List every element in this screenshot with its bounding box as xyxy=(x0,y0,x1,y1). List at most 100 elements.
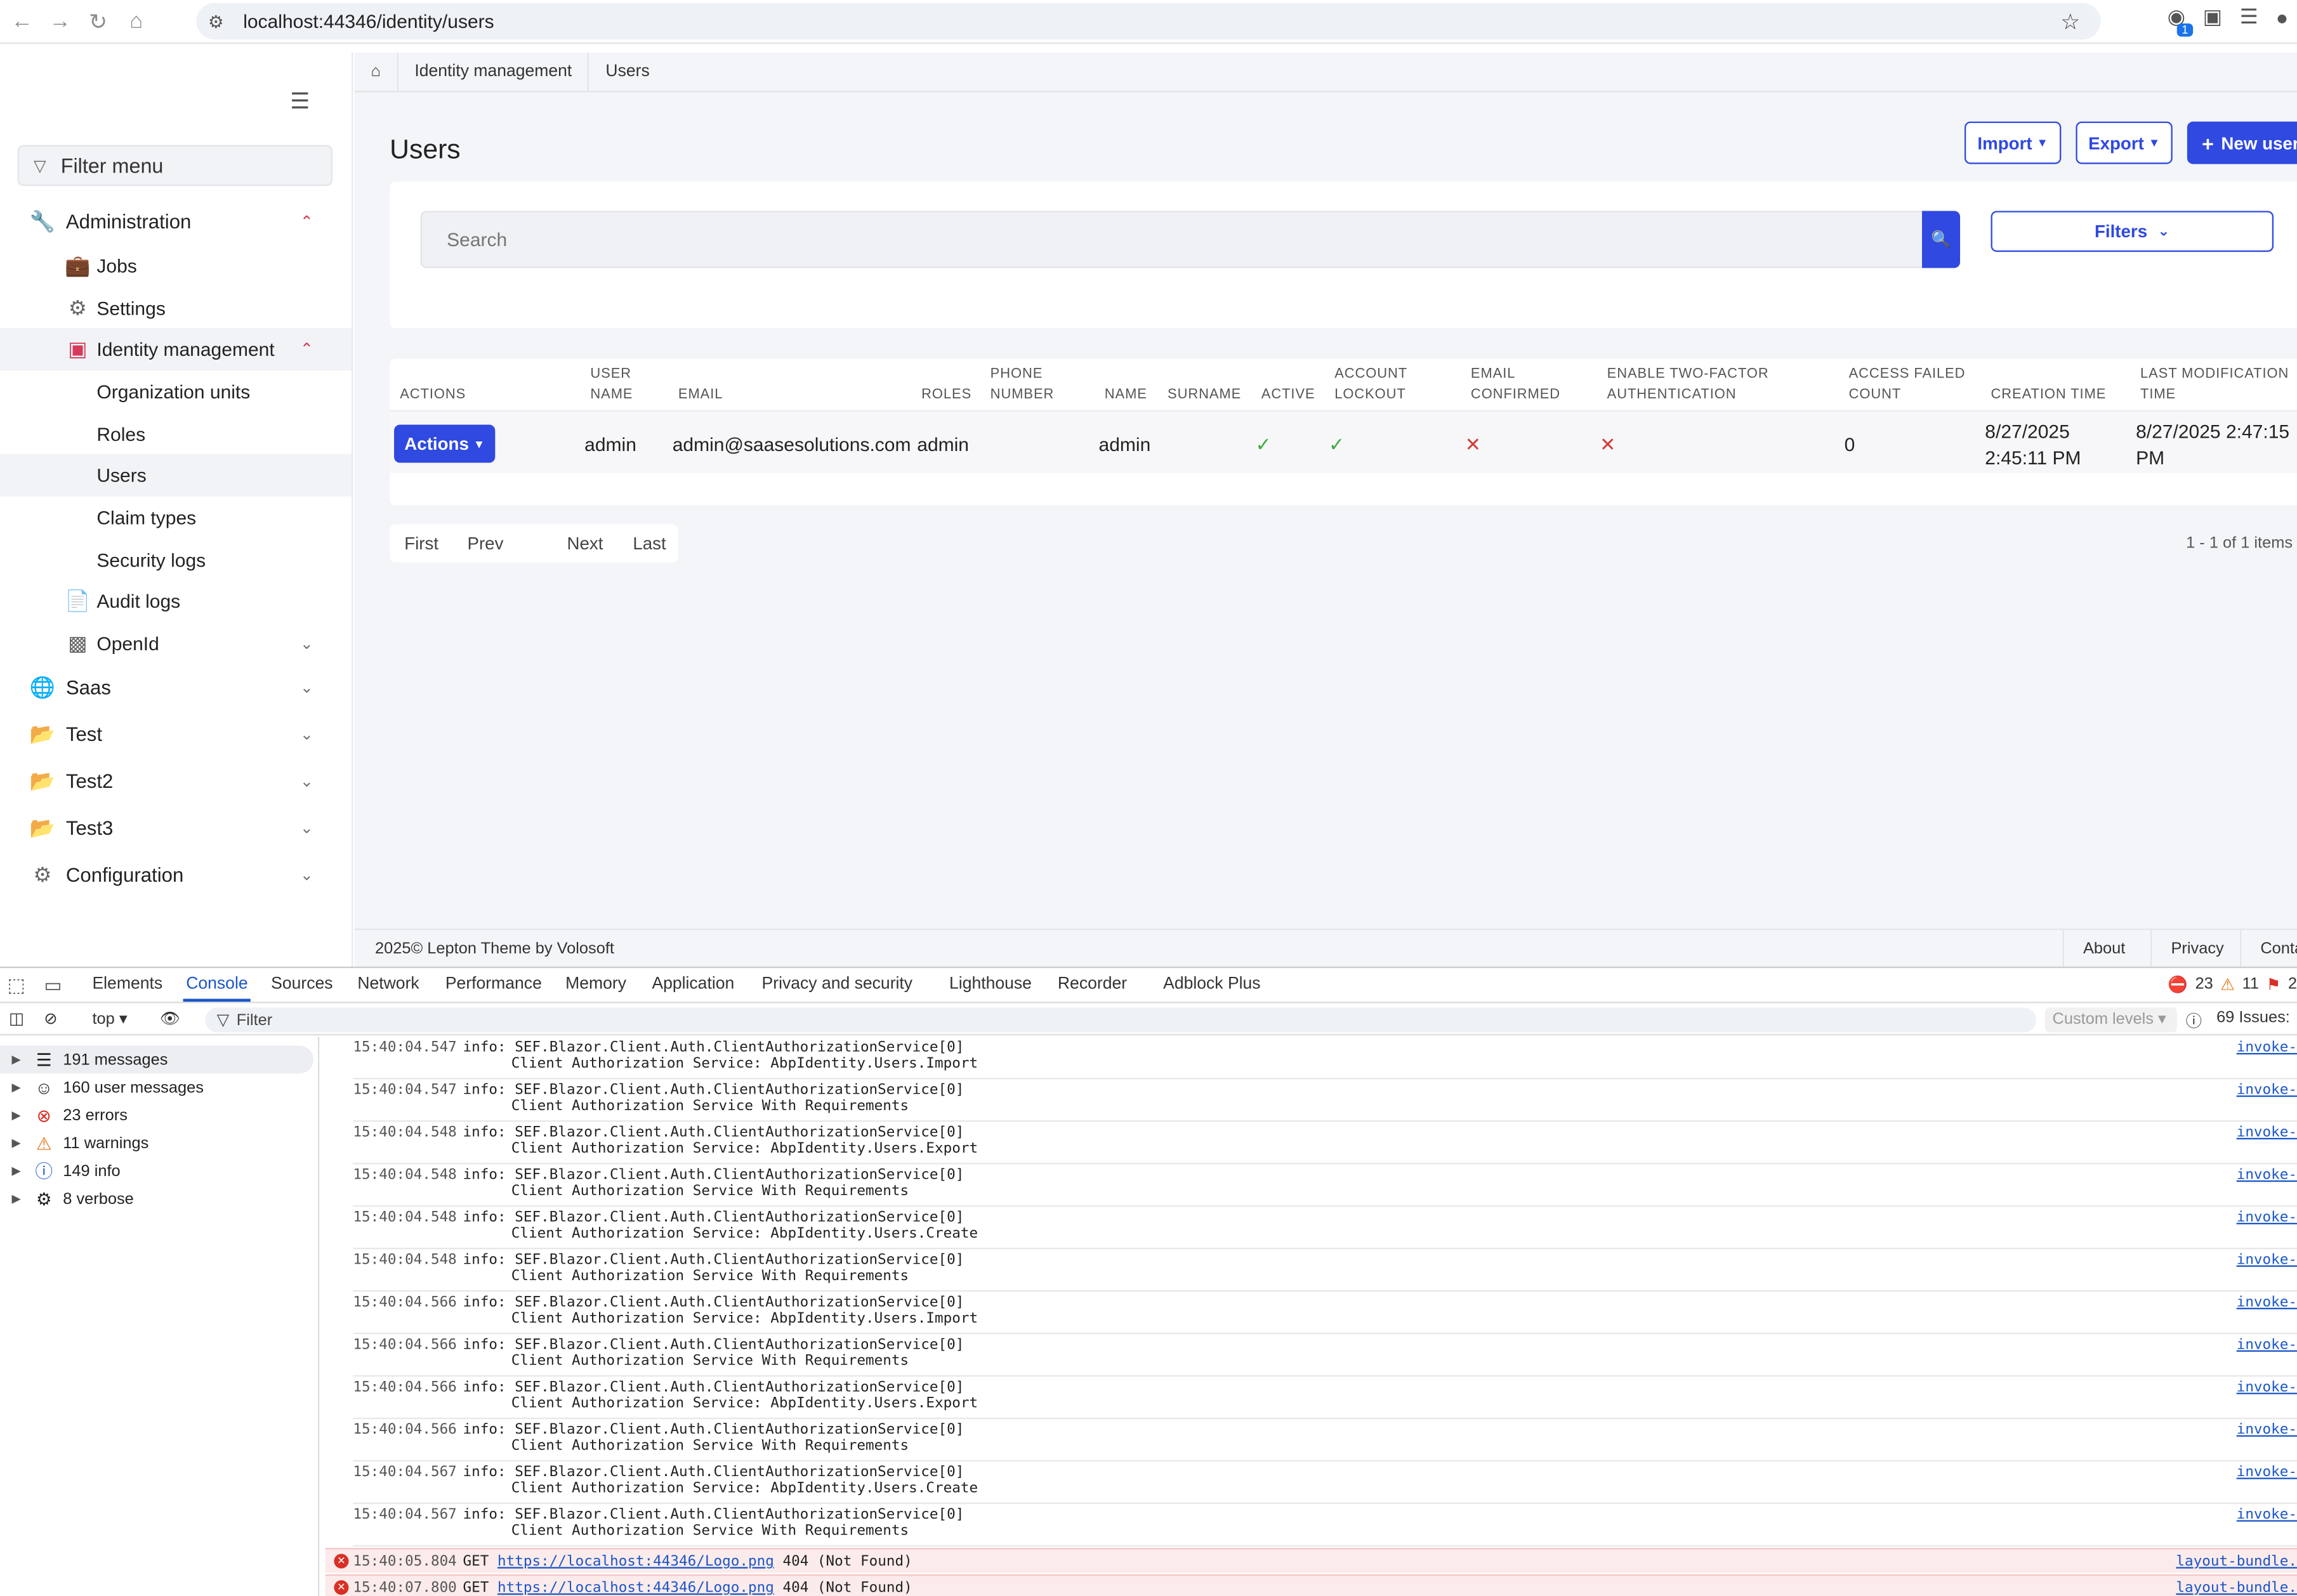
source-link[interactable]: layout-bundle. xyxy=(2176,1580,2297,1596)
footer-link-privacy[interactable]: Privacy xyxy=(2150,930,2243,969)
sidebar-item-security-logs[interactable]: Security logs xyxy=(0,539,352,582)
sidebar-item-test[interactable]: 📂 Test ⌄ xyxy=(0,713,352,755)
column-header-actions[interactable]: ACTIONS xyxy=(400,385,466,405)
console-filter-input[interactable]: ▽ Filter xyxy=(205,1007,2037,1033)
column-header-email[interactable]: EMAIL xyxy=(678,385,723,405)
source-link[interactable]: invoke- xyxy=(2237,1167,2297,1183)
sidebar-item-saas[interactable]: 🌐 Saas ⌄ xyxy=(0,666,352,709)
copilot-extension-icon[interactable]: ◉ 1 xyxy=(2168,4,2193,37)
search-input[interactable] xyxy=(420,211,1925,268)
footer-link-contact[interactable]: Conta xyxy=(2240,930,2297,969)
bookmark-star-icon[interactable]: ☆ xyxy=(2060,9,2080,36)
menu-toggle-icon[interactable]: ☰ xyxy=(290,88,310,114)
console-sidebar-item-errors[interactable]: ▶ ⊗ 23 errors xyxy=(0,1101,313,1129)
home-icon[interactable]: ⌂ xyxy=(120,5,152,37)
profile-avatar-icon[interactable]: ● xyxy=(2276,5,2289,29)
sidebar-item-administration[interactable]: 🔧 Administration ⌃ xyxy=(0,200,352,243)
column-header-roles[interactable]: ROLES xyxy=(921,385,971,405)
source-link[interactable]: layout-bundle. xyxy=(2176,1554,2297,1570)
forward-icon[interactable]: → xyxy=(44,5,76,37)
source-link[interactable]: invoke- xyxy=(2237,1040,2297,1056)
source-link[interactable]: invoke- xyxy=(2237,1380,2297,1396)
source-link[interactable]: invoke- xyxy=(2237,1125,2297,1141)
device-toolbar-icon[interactable]: ▭ xyxy=(44,974,62,997)
home-icon[interactable]: ⌂ xyxy=(355,51,398,92)
console-sidebar-item-info[interactable]: ▶ ⓘ 149 info xyxy=(0,1157,313,1185)
tab-lighthouse[interactable]: Lighthouse xyxy=(949,976,1032,993)
sidebar-item-jobs[interactable]: 💼 Jobs xyxy=(0,245,352,287)
error-url-link[interactable]: https://localhost:44346/Logo.png xyxy=(497,1554,774,1570)
console-sidebar-item-verbose[interactable]: ▶ ⚙ 8 verbose xyxy=(0,1185,313,1213)
console-sidebar-item-user-messages[interactable]: ▶ ☺ 160 user messages xyxy=(0,1073,313,1101)
column-header-two-factor[interactable]: ENABLE TWO-FACTOR AUTHENTICATION xyxy=(1607,365,1769,406)
sidebar-item-claim-types[interactable]: Claim types xyxy=(0,497,352,539)
pager-next-button[interactable]: Next xyxy=(567,533,603,553)
reading-list-icon[interactable]: ☰ xyxy=(2240,4,2258,29)
console-counts[interactable]: ⛔ 23 ⚠ 11 ⚑ 2 xyxy=(2168,976,2297,995)
column-header-active[interactable]: ACTIVE xyxy=(1261,385,1315,405)
live-expression-eye-icon[interactable]: 👁 xyxy=(160,1009,180,1028)
reload-icon[interactable]: ↻ xyxy=(82,5,114,37)
pager-prev-button[interactable]: Prev xyxy=(467,533,503,553)
sidebar-item-configuration[interactable]: ⚙ Configuration ⌄ xyxy=(0,854,352,896)
pager-first-button[interactable]: First xyxy=(404,533,438,553)
column-header-access-failed-count[interactable]: ACCESS FAILED COUNT xyxy=(1849,365,1966,406)
column-header-email-confirmed[interactable]: EMAIL CONFIRMED xyxy=(1471,365,1560,406)
export-button[interactable]: Export ▼ xyxy=(2076,121,2173,164)
source-link[interactable]: invoke- xyxy=(2237,1507,2297,1523)
column-header-surname[interactable]: SURNAME xyxy=(1168,385,1241,405)
column-header-account-lockout[interactable]: ACCOUNT LOCKOUT xyxy=(1334,365,1407,406)
column-header-user-name[interactable]: USER NAME xyxy=(590,365,633,406)
log-levels-dropdown[interactable]: Custom levels ▾ xyxy=(2044,1007,2177,1033)
pager-last-button[interactable]: Last xyxy=(633,533,666,553)
console-sidebar-item-warnings[interactable]: ▶ ⚠ 11 warnings xyxy=(0,1129,313,1157)
sidebar-item-roles[interactable]: Roles xyxy=(0,413,352,455)
sidebar-item-audit-logs[interactable]: 📄 Audit logs xyxy=(0,580,352,622)
sidebar-item-settings[interactable]: ⚙ Settings xyxy=(0,287,352,330)
tab-privacy-security[interactable]: Privacy and security xyxy=(762,976,913,993)
column-header-last-modification-time[interactable]: LAST MODIFICATION TIME xyxy=(2140,365,2289,406)
sidebar-item-identity-management[interactable]: ▣ Identity management ⌃ xyxy=(0,328,352,371)
source-link[interactable]: invoke- xyxy=(2237,1337,2297,1353)
filters-button[interactable]: Filters ⌄ xyxy=(1991,211,2274,252)
source-link[interactable]: invoke- xyxy=(2237,1465,2297,1481)
filter-menu-input[interactable]: ▽ Filter menu xyxy=(17,145,333,186)
column-header-phone-number[interactable]: PHONE NUMBER xyxy=(991,365,1055,406)
source-link[interactable]: invoke- xyxy=(2237,1082,2297,1098)
sidebar-item-test3[interactable]: 📂 Test3 ⌄ xyxy=(0,807,352,849)
sidebar-item-organization-units[interactable]: Organization units xyxy=(0,370,352,413)
new-user-button[interactable]: + New user xyxy=(2187,121,2297,164)
tab-adblock-plus[interactable]: Adblock Plus xyxy=(1163,976,1260,993)
clear-console-icon[interactable]: ⊘ xyxy=(44,1009,57,1028)
site-settings-icon[interactable]: ⚙ xyxy=(208,11,228,31)
source-link[interactable]: invoke- xyxy=(2237,1295,2297,1311)
tab-memory[interactable]: Memory xyxy=(565,976,626,993)
sidebar-item-users[interactable]: Users xyxy=(0,454,352,497)
console-sidebar-item-messages[interactable]: ▶ ☰ 191 messages xyxy=(0,1045,314,1074)
tab-application[interactable]: Application xyxy=(652,976,734,993)
tab-recorder[interactable]: Recorder xyxy=(1058,976,1127,993)
breadcrumb-item-identity-management[interactable]: Identity management xyxy=(398,51,590,92)
issues-link[interactable]: 69 Issues: xyxy=(2216,1009,2290,1027)
source-link[interactable]: invoke- xyxy=(2237,1252,2297,1268)
address-bar[interactable]: ⚙ localhost:44346/identity/users ☆ xyxy=(196,3,2101,40)
tab-performance[interactable]: Performance xyxy=(445,976,542,993)
back-icon[interactable]: ← xyxy=(6,5,38,37)
column-header-creation-time[interactable]: CREATION TIME xyxy=(1991,385,2107,405)
extensions-puzzle-icon[interactable]: ▣ xyxy=(2203,4,2223,29)
row-actions-button[interactable]: Actions ▼ xyxy=(394,424,496,463)
tab-sources[interactable]: Sources xyxy=(271,976,332,993)
footer-link-about[interactable]: About xyxy=(2062,930,2145,969)
error-url-link[interactable]: https://localhost:44346/Logo.png xyxy=(497,1580,774,1596)
tab-elements[interactable]: Elements xyxy=(92,976,162,993)
sidebar-item-openid[interactable]: ▩ OpenId ⌄ xyxy=(0,622,352,665)
tab-console[interactable]: Console xyxy=(183,976,251,1002)
sidebar-item-test2[interactable]: 📂 Test2 ⌄ xyxy=(0,760,352,802)
source-link[interactable]: invoke- xyxy=(2237,1422,2297,1438)
sidebar-toggle-icon[interactable]: ◫ xyxy=(9,1009,24,1028)
inspect-element-icon[interactable]: ⬚ xyxy=(8,974,25,997)
search-button[interactable]: 🔍 xyxy=(1922,211,1961,268)
tab-network[interactable]: Network xyxy=(357,976,419,993)
context-selector[interactable]: top ▾ xyxy=(92,1009,127,1028)
column-header-name[interactable]: NAME xyxy=(1105,385,1147,405)
